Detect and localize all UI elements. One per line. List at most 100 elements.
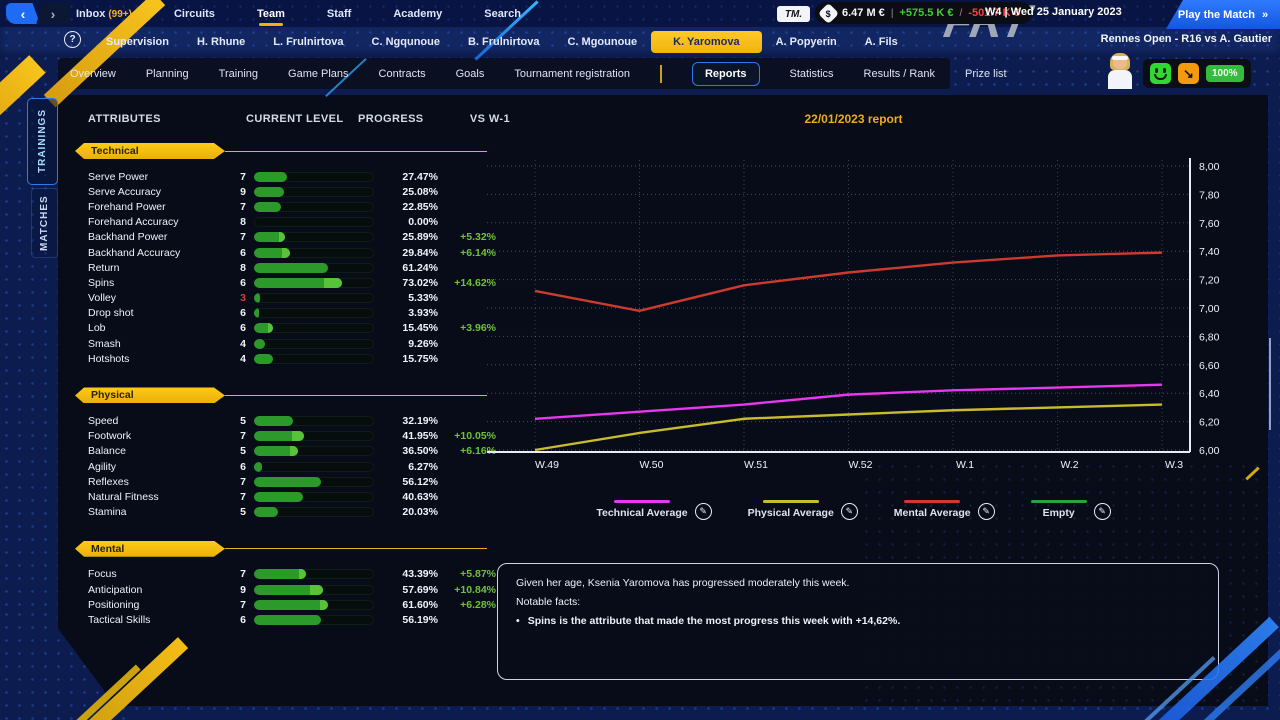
attribute-row: Agility66.27% <box>75 459 487 474</box>
back-button[interactable]: ‹ <box>6 3 40 24</box>
inbox-count-badge: (99+) <box>108 9 132 20</box>
nav-item-training[interactable]: Training <box>219 68 258 80</box>
progress-bar-cell <box>254 323 386 333</box>
progress-bar <box>254 431 374 441</box>
attribute-level: 4 <box>232 338 254 350</box>
main-tab-inbox[interactable]: Inbox(99+) <box>74 2 134 26</box>
progress-bar-cell <box>254 585 386 595</box>
main-tab-circuits[interactable]: Circuits <box>172 2 217 26</box>
edit-pencil-icon[interactable]: ✎ <box>841 503 858 520</box>
player-tab[interactable]: K. Yaromova <box>651 31 761 53</box>
nav-item-results-rank[interactable]: Results / Rank <box>864 68 936 80</box>
player-tab[interactable]: A. Popyerin <box>762 31 851 53</box>
progress-delta: +5.87% <box>438 568 500 580</box>
nav-item-prize-list[interactable]: Prize list <box>965 68 1007 80</box>
nav-item-game-plans[interactable]: Game Plans <box>288 68 349 80</box>
player-tab[interactable]: Supervision <box>92 31 183 53</box>
nav-item-planning[interactable]: Planning <box>146 68 189 80</box>
progress-bar <box>254 308 374 318</box>
edit-pencil-icon[interactable]: ✎ <box>978 503 995 520</box>
nav-item-contracts[interactable]: Contracts <box>379 68 426 80</box>
player-tab[interactable]: B. Frulnirtova <box>454 31 554 53</box>
progress-bar <box>254 462 374 472</box>
main-tab-academy[interactable]: Academy <box>391 2 444 26</box>
attribute-row: Natural Fitness740.63% <box>75 489 487 504</box>
forward-button[interactable]: › <box>36 3 70 24</box>
attribute-label: Spins <box>88 277 232 289</box>
progress-percent: 40.63% <box>386 491 438 503</box>
scrollbar[interactable] <box>1269 338 1271 430</box>
edit-pencil-icon[interactable]: ✎ <box>1094 503 1111 520</box>
side-tab-trainings[interactable]: TRAININGS <box>27 98 58 185</box>
attribute-label: Lob <box>88 322 232 334</box>
trend-arrow-icon: ↘ <box>1178 63 1199 84</box>
progress-fill <box>254 615 321 625</box>
progress-bar-cell <box>254 492 386 502</box>
section-header: Physical <box>75 387 487 403</box>
legend-label: Empty <box>1043 507 1075 519</box>
attribute-row: Return861.24% <box>75 260 487 275</box>
progress-fill <box>254 232 285 242</box>
player-tabs: SupervisionH. RhuneL. FrulnirtovaC. Ngqu… <box>92 27 912 57</box>
main-tab-staff[interactable]: Staff <box>325 2 353 26</box>
side-tab-matches[interactable]: MATCHES <box>31 188 58 258</box>
attribute-row: Volley35.33% <box>75 291 487 306</box>
progress-bar-cell <box>254 339 386 349</box>
play-the-match-button[interactable]: Play the Match » <box>1166 0 1280 29</box>
progress-fill <box>254 339 265 349</box>
section-nav: Overview Planning Training Game Plans Contra… <box>70 58 1007 89</box>
progress-bar-cell <box>254 507 386 517</box>
attribute-section-physical: PhysicalSpeed532.19%Footwork741.95%+10.0… <box>75 387 487 519</box>
axis-tick-label: 6,40 <box>1199 388 1220 400</box>
player-tab[interactable]: A. Fils <box>851 31 912 53</box>
progress-percent: 20.03% <box>386 506 438 518</box>
axis-tick-label: 8,00 <box>1199 161 1220 173</box>
progress-gain <box>299 569 306 579</box>
section-line <box>225 548 487 549</box>
progress-bar <box>254 187 374 197</box>
legend-swatch <box>904 500 960 503</box>
attribute-row: Spins673.02%+14.62% <box>75 275 487 290</box>
progress-bar-cell <box>254 308 386 318</box>
progress-percent: 57.69% <box>386 584 438 596</box>
progress-percent: 41.95% <box>386 430 438 442</box>
attribute-level: 9 <box>232 186 254 198</box>
attributes-sections: TechnicalServe Power727.47%Serve Accurac… <box>75 143 487 649</box>
progress-bar <box>254 354 374 364</box>
next-match-info: Rennes Open - R16 vs A. Gautier <box>1101 33 1272 45</box>
attribute-label: Serve Power <box>88 171 232 183</box>
progress-percent: 43.39% <box>386 568 438 580</box>
progress-chart: 8,007,807,607,407,207,006,806,606,406,20… <box>487 150 1232 480</box>
main-menu-tabs: Inbox(99+) Circuits Team Staff Academy Search <box>74 0 523 27</box>
report-title: 22/01/2023 report <box>487 112 1220 126</box>
help-icon[interactable]: ? <box>64 31 81 48</box>
nav-item-tournament-registration[interactable]: Tournament registration <box>514 68 630 80</box>
main-tab-search[interactable]: Search <box>482 2 523 26</box>
attribute-row: Drop shot63.93% <box>75 306 487 321</box>
progress-bar <box>254 232 374 242</box>
player-tab[interactable]: L. Frulnirtova <box>259 31 357 53</box>
progress-percent: 25.08% <box>386 186 438 198</box>
progress-fill <box>254 462 262 472</box>
nav-item-overview[interactable]: Overview <box>70 68 116 80</box>
attribute-label: Backhand Power <box>88 231 232 243</box>
nav-item-statistics[interactable]: Statistics <box>790 68 834 80</box>
progress-bar-cell <box>254 293 386 303</box>
edit-pencil-icon[interactable]: ✎ <box>695 503 712 520</box>
report-line: Notable facts: <box>516 596 1200 608</box>
player-tab[interactable]: C. Mgounoue <box>553 31 651 53</box>
player-tab[interactable]: H. Rhune <box>183 31 259 53</box>
main-tab-team[interactable]: Team <box>255 2 287 26</box>
legend-main: Technical Average <box>596 500 687 519</box>
player-tab[interactable]: C. Ngqunoue <box>358 31 454 53</box>
progress-bar <box>254 477 374 487</box>
progress-bar-cell <box>254 462 386 472</box>
progress-percent: 25.89% <box>386 231 438 243</box>
progress-fill <box>254 492 303 502</box>
attribute-level: 4 <box>232 353 254 365</box>
axis-tick-label: 7,80 <box>1199 189 1220 201</box>
section-header: Mental <box>75 541 487 557</box>
nav-item-goals[interactable]: Goals <box>456 68 485 80</box>
attribute-label: Agility <box>88 461 232 473</box>
nav-item-reports[interactable]: Reports <box>692 62 760 86</box>
